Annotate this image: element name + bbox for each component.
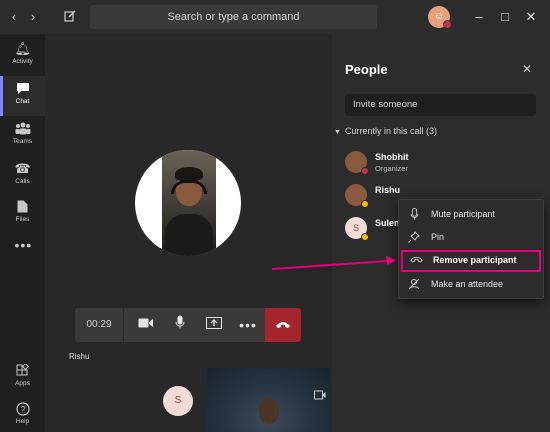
- rail-item-help[interactable]: ? Help: [0, 396, 45, 432]
- rail-item-apps[interactable]: Apps: [0, 358, 45, 398]
- status-badge: [443, 20, 452, 29]
- menu-item-label: Mute participant: [431, 209, 496, 219]
- invite-input[interactable]: Invite someone: [345, 94, 536, 116]
- title-bar: ‹ › Search or type a command ☺ – □ ✕: [0, 0, 550, 34]
- bell-icon: 🔔︎: [14, 41, 32, 56]
- menu-item-label: Remove participant: [433, 255, 517, 265]
- mic-button[interactable]: [163, 308, 197, 342]
- participant-video: [135, 150, 241, 256]
- participant-context-menu: Mute participant Pin Remove participant …: [398, 199, 544, 299]
- mute-participant-menu-item[interactable]: Mute participant: [399, 204, 543, 226]
- participant-name: Shobhit: [375, 152, 409, 162]
- phone-icon: ☎︎: [14, 161, 31, 176]
- rail-item-files[interactable]: Files: [0, 194, 45, 234]
- participant-photo: [162, 150, 216, 256]
- camera-icon: [138, 317, 154, 332]
- pin-icon: [407, 231, 421, 245]
- menu-item-label: Make an attendee: [431, 279, 504, 289]
- more-icon: •••: [239, 317, 257, 333]
- rail-item-calls[interactable]: ☎︎ Calls: [0, 156, 45, 196]
- left-rail: 🔔︎ Activity Chat Teams ☎︎ Calls Files ••…: [0, 34, 45, 432]
- status-badge: [361, 167, 369, 175]
- more-apps-button[interactable]: •••: [0, 232, 45, 272]
- share-icon: [206, 317, 222, 332]
- close-icon[interactable]: ✕: [520, 62, 534, 76]
- avatar: [345, 184, 369, 208]
- rail-label: Activity: [12, 58, 33, 65]
- status-badge: [361, 200, 369, 208]
- file-icon: [15, 200, 31, 214]
- avatar[interactable]: ☺: [428, 6, 452, 29]
- camera-button[interactable]: [129, 308, 163, 342]
- rail-label: Help: [15, 418, 30, 425]
- panel-title: People: [345, 62, 388, 77]
- compose-icon[interactable]: [62, 9, 78, 25]
- pin-menu-item[interactable]: Pin: [399, 227, 543, 249]
- call-section-header[interactable]: ▼ Currently in this call (3): [334, 126, 437, 136]
- close-icon[interactable]: ✕: [522, 8, 540, 26]
- maximize-icon[interactable]: □: [496, 8, 514, 26]
- avatar: S: [345, 217, 369, 241]
- attendee-icon: [407, 278, 421, 292]
- microphone-icon: [175, 315, 185, 332]
- microphone-icon: [407, 208, 421, 222]
- participant-row[interactable]: Shobhit Organizer: [345, 151, 540, 177]
- user-icon: ☺: [433, 11, 445, 22]
- search-input[interactable]: Search or type a command: [90, 5, 377, 29]
- teams-icon: [15, 122, 31, 136]
- menu-item-label: Pin: [431, 232, 445, 242]
- call-stage: 00:29 ••• Rishu S: [45, 34, 332, 432]
- rail-item-chat[interactable]: Chat: [0, 76, 45, 116]
- rail-label: Teams: [12, 138, 33, 145]
- share-screen-button[interactable]: [197, 308, 231, 342]
- participant-role: Organizer: [375, 164, 408, 173]
- call-controls: 00:29 •••: [75, 308, 301, 342]
- help-icon: ?: [15, 402, 31, 416]
- hang-up-button[interactable]: [265, 308, 301, 342]
- back-icon[interactable]: ‹: [6, 9, 22, 25]
- self-video-preview: [207, 368, 330, 432]
- participant-name: Rishu: [375, 185, 401, 195]
- svg-text:?: ?: [20, 405, 25, 415]
- status-badge: [361, 233, 369, 241]
- avatar-initial: S: [352, 223, 359, 233]
- hangup-icon: [275, 317, 291, 332]
- more-icon: •••: [14, 237, 33, 253]
- apps-icon: [15, 362, 31, 378]
- call-timer: 00:29: [86, 319, 112, 330]
- chevron-down-icon: ▼: [334, 129, 341, 136]
- section-label: Currently in this call (3): [344, 126, 437, 136]
- rail-label: Calls: [15, 178, 30, 185]
- more-options-button[interactable]: •••: [231, 308, 265, 342]
- switch-camera-icon[interactable]: [314, 390, 326, 403]
- rail-label: Chat: [15, 98, 30, 105]
- rail-item-activity[interactable]: 🔔︎ Activity: [0, 36, 45, 76]
- participant-name-label: Rishu: [69, 352, 90, 361]
- avatar: [345, 151, 369, 175]
- avatar: S: [163, 386, 193, 416]
- forward-icon[interactable]: ›: [25, 9, 41, 25]
- make-attendee-menu-item[interactable]: Make an attendee: [399, 274, 543, 296]
- rail-label: Files: [15, 216, 30, 223]
- rail-item-teams[interactable]: Teams: [0, 116, 45, 156]
- rail-label: Apps: [15, 380, 30, 387]
- hangup-icon: [409, 254, 423, 268]
- minimize-icon[interactable]: –: [470, 8, 488, 26]
- remove-participant-menu-item[interactable]: Remove participant: [401, 250, 541, 272]
- chat-icon: [15, 82, 31, 96]
